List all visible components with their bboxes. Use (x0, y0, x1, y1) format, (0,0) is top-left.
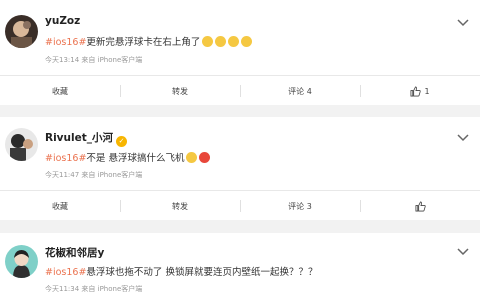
username[interactable]: Rivulet_小河 ✓ (45, 130, 127, 147)
repost-button[interactable]: 转发 (120, 191, 240, 221)
hashtag[interactable]: #ios16# (45, 37, 86, 48)
post-card: Rivulet_小河 ✓ #ios16#不是 悬浮球搞什么飞机 今天11:47 来… (0, 117, 480, 220)
post-card: yuZoz #ios16#更新完悬浮球卡在右上角了 今天13:14 来自 iPh… (0, 0, 480, 105)
username-text[interactable]: Rivulet_小河 (45, 132, 113, 144)
angry-emoji-icon (199, 152, 211, 163)
chevron-down-icon[interactable] (457, 19, 469, 27)
chevron-down-icon[interactable] (457, 248, 469, 256)
thumbs-up-icon (410, 86, 422, 96)
comment-button[interactable]: 评论 4 (240, 76, 360, 106)
post-meta: 今天11:47 来自 iPhone客户端 (45, 171, 143, 179)
action-bar: 收藏 转发 评论 3 (0, 190, 480, 220)
post-card: 花椒和邻居y #ios16#悬浮球也拖不动了 换锁屏就要连页内壁纸一起换？？？ … (0, 233, 480, 300)
like-button[interactable]: 1 (360, 76, 480, 106)
laughing-crying-emoji-icon (228, 36, 240, 47)
avatar[interactable] (5, 15, 38, 48)
username[interactable]: yuZoz (45, 15, 80, 27)
post-content: #ios16#悬浮球也拖不动了 换锁屏就要连页内壁纸一起换？？？ (45, 264, 317, 278)
username[interactable]: 花椒和邻居y (45, 245, 104, 260)
thumbs-up-icon (415, 201, 426, 211)
chevron-down-icon[interactable] (457, 134, 469, 142)
laughing-crying-emoji-icon (241, 36, 253, 47)
avatar[interactable] (5, 128, 38, 161)
post-text: 更新完悬浮球卡在右上角了 (86, 37, 201, 48)
like-button[interactable] (360, 191, 480, 221)
comment-button[interactable]: 评论 3 (240, 191, 360, 221)
laughing-crying-emoji-icon (202, 36, 214, 47)
post-text: 不是 悬浮球搞什么飞机 (86, 153, 185, 164)
laughing-crying-emoji-icon (215, 36, 227, 47)
post-meta: 今天13:14 来自 iPhone客户端 (45, 56, 143, 64)
repost-button[interactable]: 转发 (120, 76, 240, 106)
post-content: #ios16#更新完悬浮球卡在右上角了 (45, 34, 253, 48)
post-text: 悬浮球也拖不动了 换锁屏就要连页内壁纸一起换？？？ (86, 267, 318, 278)
hashtag[interactable]: #ios16# (45, 267, 86, 278)
avatar[interactable] (5, 245, 38, 278)
post-meta: 今天11:34 来自 iPhone客户端 (45, 285, 143, 293)
collect-button[interactable]: 收藏 (0, 191, 120, 221)
hashtag[interactable]: #ios16# (45, 153, 86, 164)
action-bar: 收藏 转发 评论 4 1 (0, 75, 480, 105)
thinking-emoji-icon (186, 152, 198, 163)
like-count: 1 (424, 86, 430, 96)
post-content: #ios16#不是 悬浮球搞什么飞机 (45, 150, 211, 164)
collect-button[interactable]: 收藏 (0, 76, 120, 106)
verified-badge-icon: ✓ (116, 136, 127, 147)
